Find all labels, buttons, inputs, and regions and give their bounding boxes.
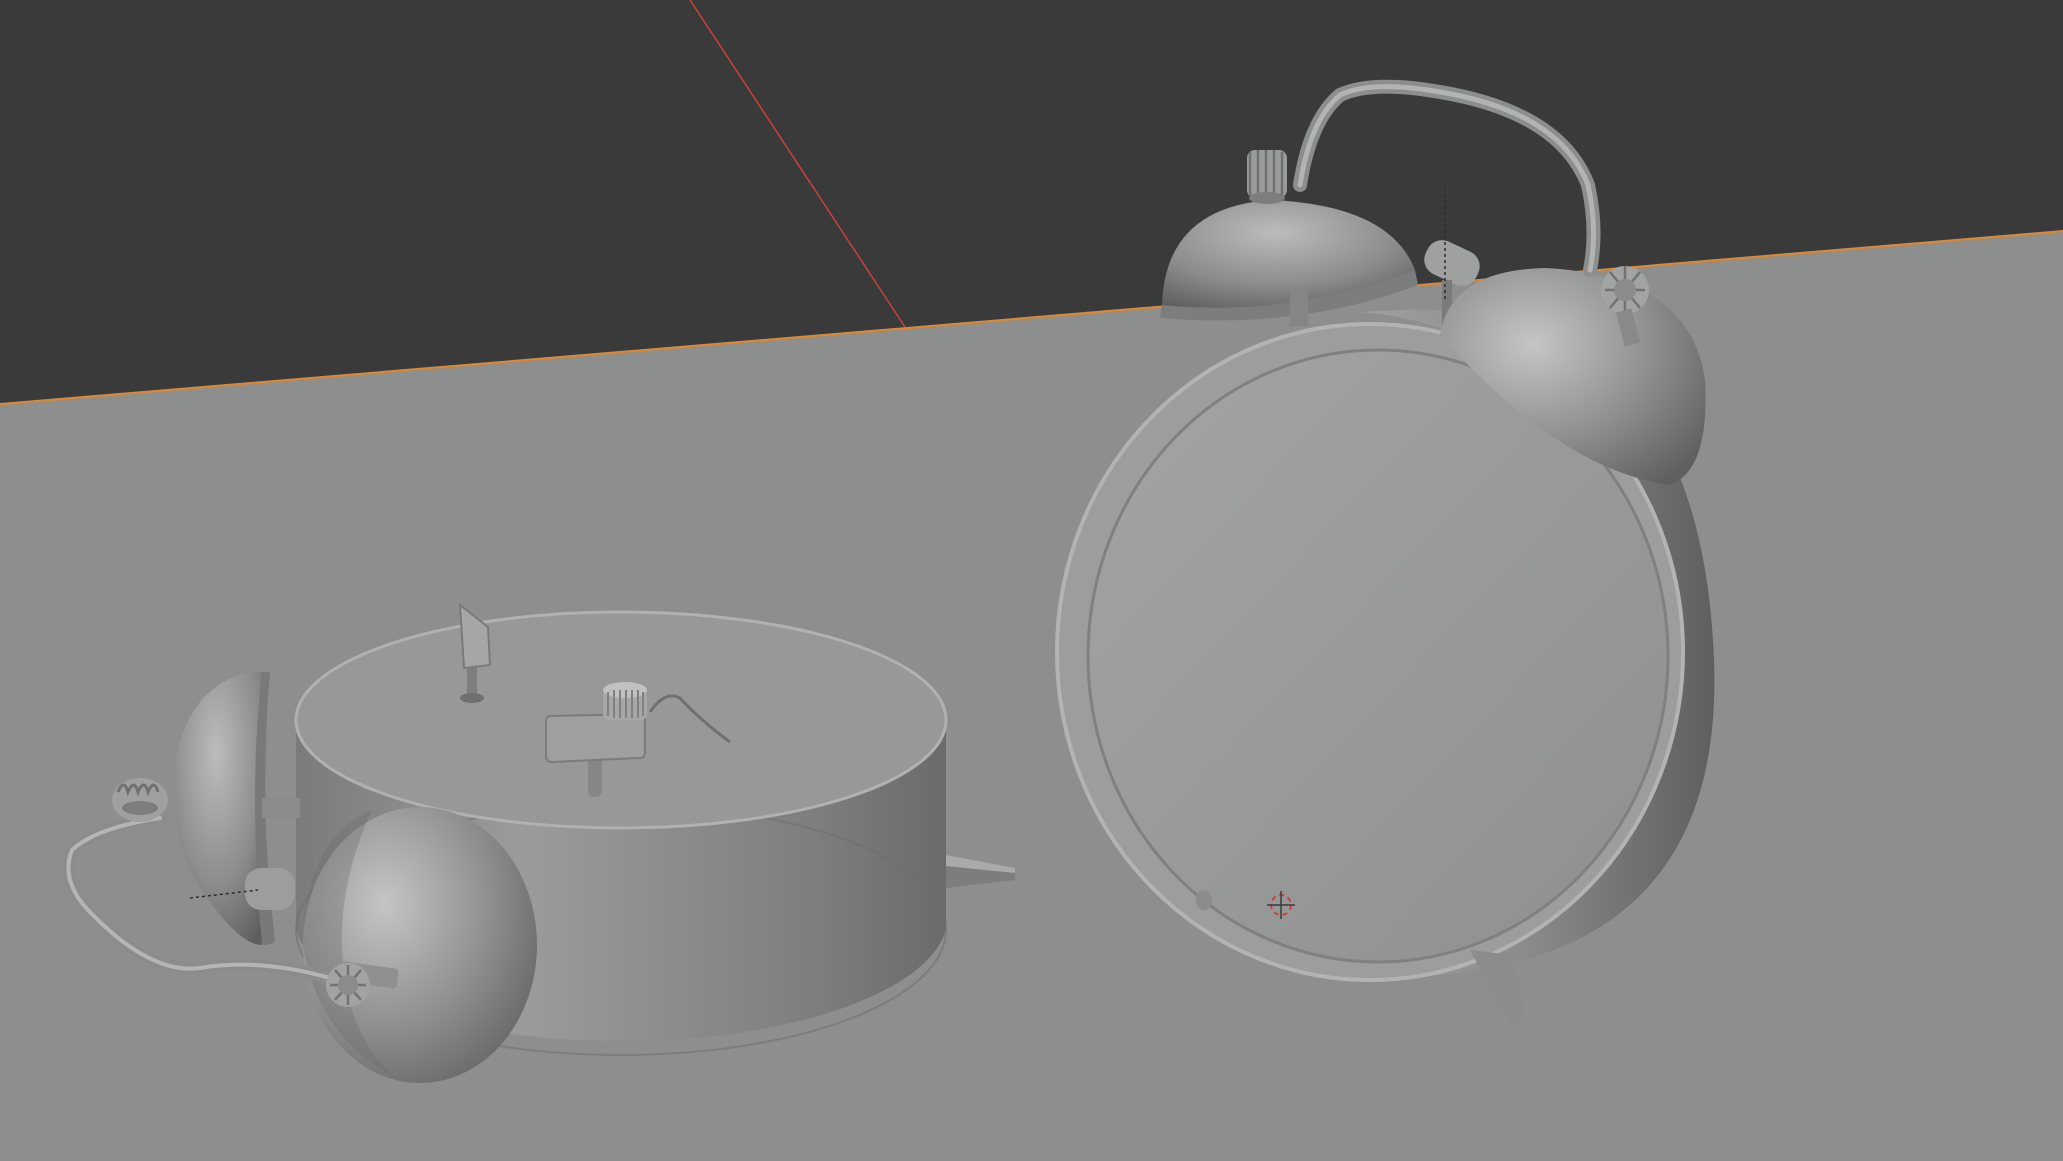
winding-key xyxy=(545,712,646,764)
handle-nut-left xyxy=(1247,150,1287,204)
bell-stem-rear xyxy=(262,798,300,818)
handle-nut-left xyxy=(112,778,168,822)
clock-leg-left xyxy=(1196,890,1212,910)
3d-viewport[interactable] xyxy=(0,0,2063,1161)
hammer xyxy=(245,868,295,910)
viewport-canvas[interactable] xyxy=(0,0,2063,1161)
